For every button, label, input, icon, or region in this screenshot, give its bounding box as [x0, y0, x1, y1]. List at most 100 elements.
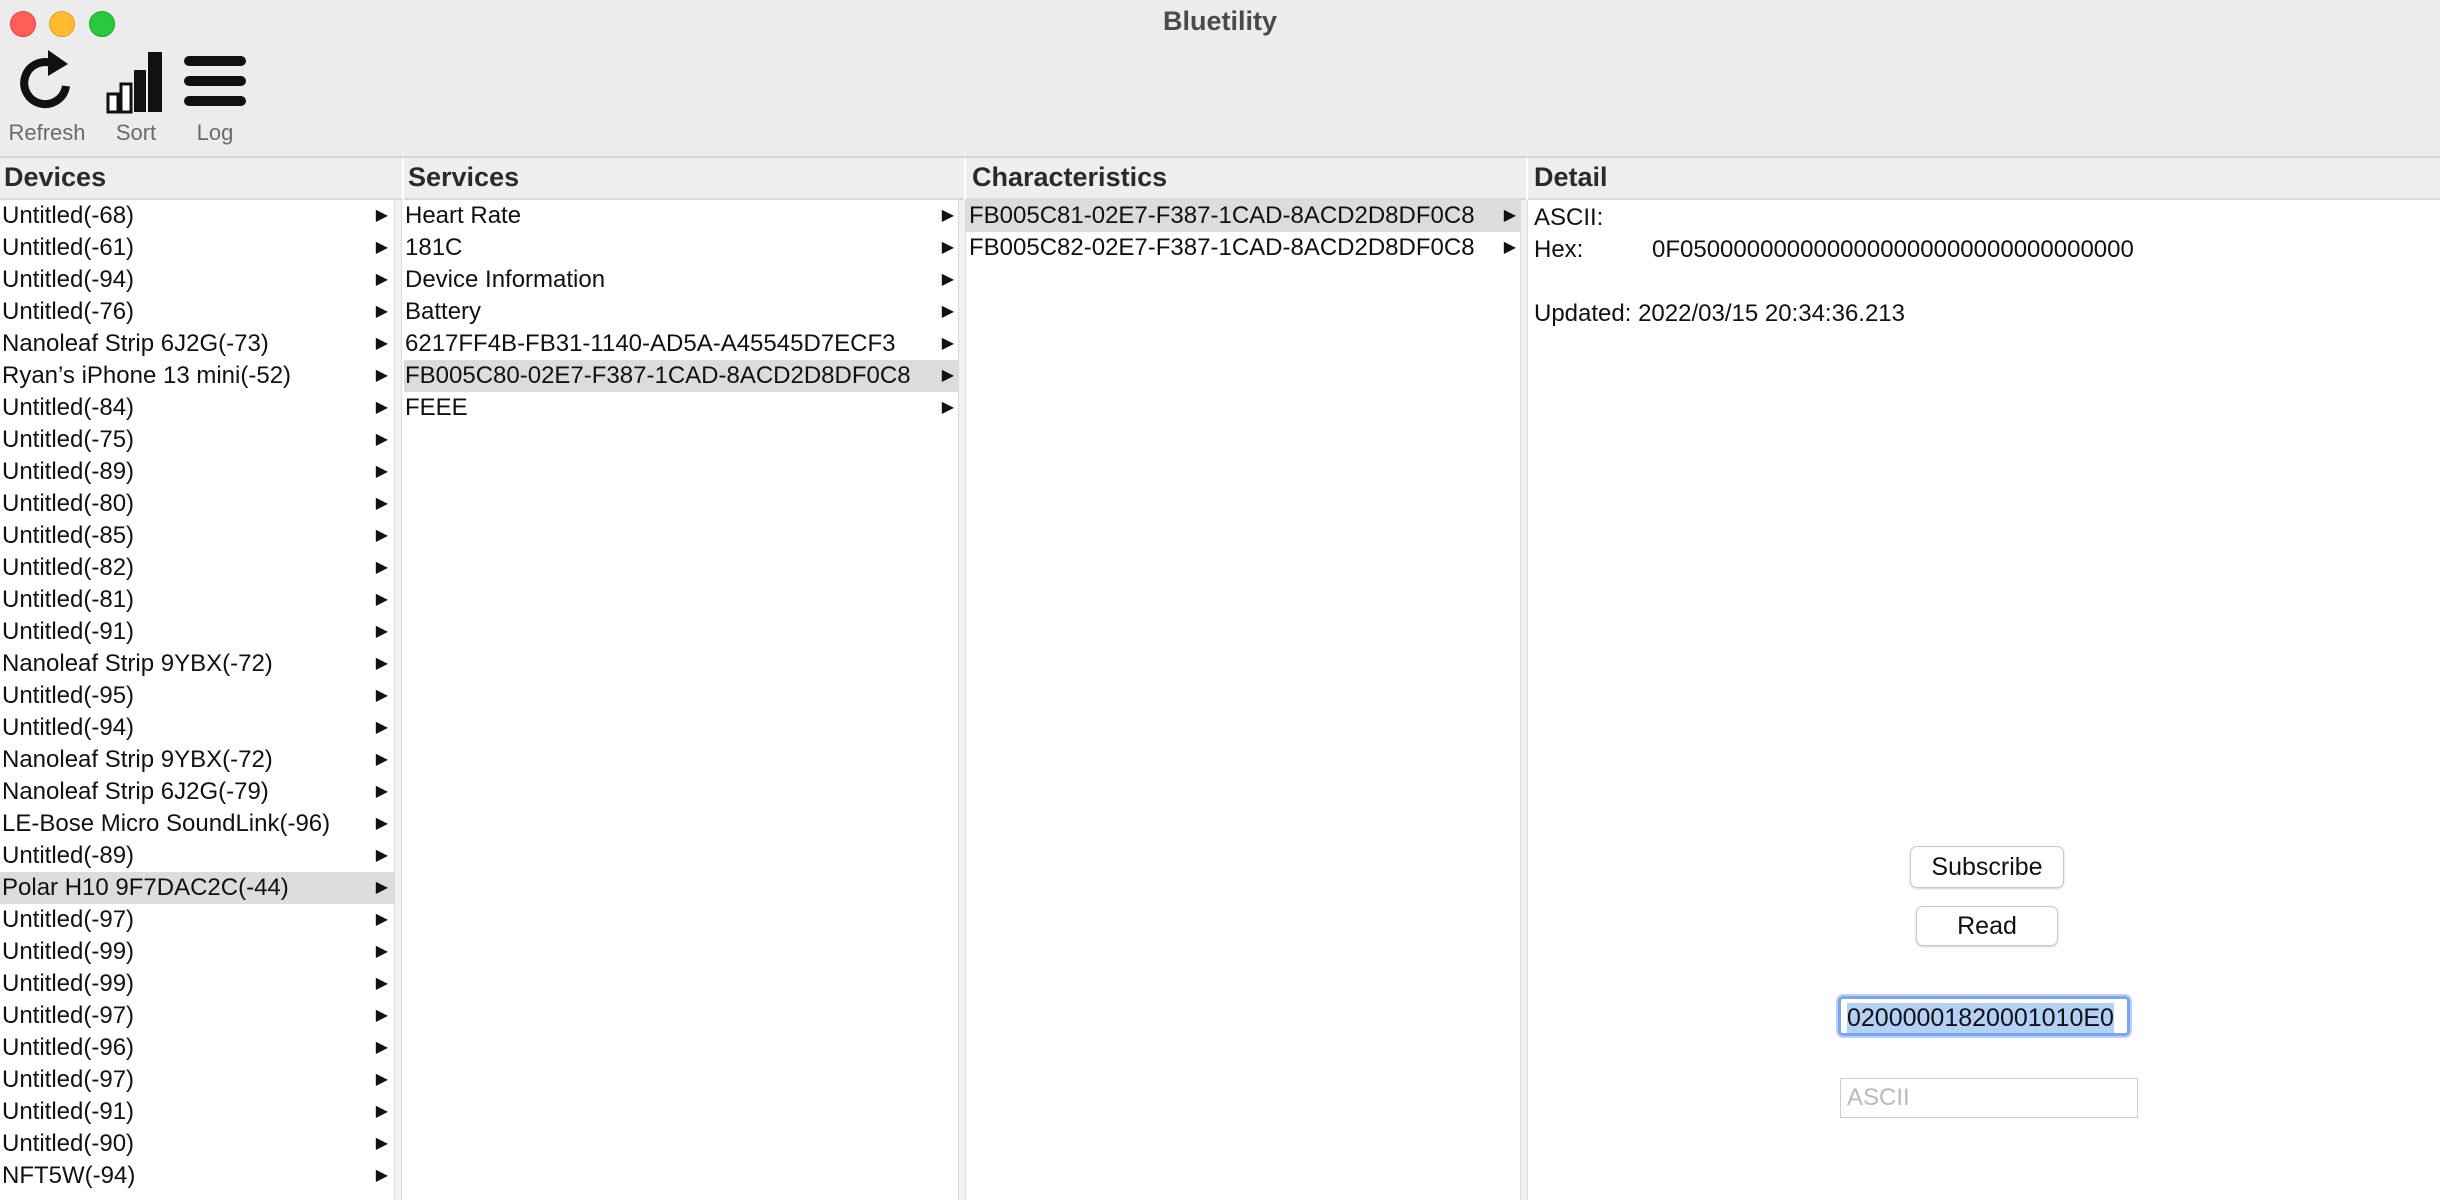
services-header: Services [404, 158, 964, 200]
device-list-item[interactable]: Ryan’s iPhone 13 mini(-52) ▶ [0, 360, 394, 392]
disclosure-arrow-icon: ▶ [375, 431, 388, 448]
device-list-item[interactable]: Untitled(-90) ▶ [0, 1128, 394, 1160]
device-list-item[interactable]: Untitled(-94) ▶ [0, 264, 394, 296]
disclosure-arrow-icon: ▶ [375, 271, 388, 288]
devices-list[interactable]: Untitled(-68) ▶ Untitled(-61) ▶ Untitled(-94… [0, 200, 394, 1200]
write-hex-input[interactable]: 02000001820001010E0 [1838, 996, 2130, 1036]
refresh-label: Refresh [8, 120, 86, 145]
pane-divider[interactable] [958, 200, 966, 1200]
device-list-item[interactable]: Untitled(-61) ▶ [0, 232, 394, 264]
device-list-item[interactable]: Untitled(-76) ▶ [0, 296, 394, 328]
characteristic-list-item-label: FB005C82-02E7-F387-1CAD-8ACD2D8DF0C8 [969, 234, 1475, 261]
device-list-item[interactable]: Polar H10 9F7DAC2C(-44) ▶ [0, 872, 394, 904]
device-list-item[interactable]: LE-Bose Micro SoundLink(-96) ▶ [0, 808, 394, 840]
device-list-item-label: Untitled(-81) [2, 586, 135, 613]
device-list-item[interactable]: Untitled(-89) ▶ [0, 840, 394, 872]
device-list-item[interactable]: Untitled(-94) ▶ [0, 712, 394, 744]
device-list-item[interactable]: Untitled(-95) ▶ [0, 680, 394, 712]
disclosure-arrow-icon: ▶ [375, 303, 388, 320]
service-list-item-label: Battery [405, 298, 482, 325]
service-list-item[interactable]: Device Information ▶ [404, 264, 960, 296]
device-list-item-label: Untitled(-91) [2, 1098, 135, 1125]
disclosure-arrow-icon: ▶ [941, 239, 954, 256]
device-list-item-label: Nanoleaf Strip 6J2G(-79) [2, 778, 269, 805]
device-list-item[interactable]: Untitled(-97) ▶ [0, 904, 394, 936]
service-list-item-label: Heart Rate [405, 202, 522, 229]
service-list-item[interactable]: Heart Rate ▶ [404, 200, 960, 232]
device-list-item-label: Untitled(-75) [2, 426, 135, 453]
device-list-item[interactable]: Untitled(-80) ▶ [0, 488, 394, 520]
device-list-item-label: Untitled(-97) [2, 1002, 135, 1029]
device-list-item-label: Untitled(-97) [2, 1066, 135, 1093]
device-list-item[interactable]: Untitled(-91) ▶ [0, 616, 394, 648]
disclosure-arrow-icon: ▶ [375, 559, 388, 576]
device-list-item-label: Untitled(-91) [2, 618, 135, 645]
disclosure-arrow-icon: ▶ [375, 463, 388, 480]
device-list-item[interactable]: NFT5W(-94) ▶ [0, 1160, 394, 1192]
device-list-item-label: Nanoleaf Strip 6J2G(-73) [2, 330, 269, 357]
pane-divider[interactable] [1520, 200, 1528, 1200]
refresh-icon [20, 50, 70, 109]
device-list-item[interactable]: Nanoleaf Strip 6J2G(-73) ▶ [0, 328, 394, 360]
device-list-item[interactable]: Untitled(-82) ▶ [0, 552, 394, 584]
ascii-row: ASCII: [1534, 204, 1603, 232]
device-list-item[interactable]: Untitled(-99) ▶ [0, 968, 394, 1000]
device-list-item-label: Untitled(-99) [2, 970, 135, 997]
device-list-item[interactable]: Nanoleaf Strip 9YBX(-72) ▶ [0, 744, 394, 776]
device-list-item-label: Untitled(-82) [2, 554, 135, 581]
device-list-item[interactable]: Nanoleaf Strip 6J2G(-79) ▶ [0, 776, 394, 808]
device-list-item[interactable]: Untitled(-99) ▶ [0, 936, 394, 968]
disclosure-arrow-icon: ▶ [941, 271, 954, 288]
device-list-item-label: Untitled(-99) [2, 938, 135, 965]
disclosure-arrow-icon: ▶ [375, 655, 388, 672]
services-list[interactable]: Heart Rate ▶ 181C ▶ Device Information ▶ Batte… [404, 200, 960, 1200]
device-list-item-label: Untitled(-94) [2, 714, 135, 741]
device-list-item[interactable]: Untitled(-91) ▶ [0, 1096, 394, 1128]
devices-header: Devices [0, 158, 402, 200]
characteristics-list[interactable]: FB005C81-02E7-F387-1CAD-8ACD2D8DF0C8 ▶ FB0… [966, 200, 1522, 1200]
refresh-button[interactable]: Refresh [4, 48, 90, 146]
write-ascii-input[interactable]: ASCII [1840, 1078, 2138, 1118]
disclosure-arrow-icon: ▶ [375, 335, 388, 352]
device-list-item[interactable]: Untitled(-85) ▶ [0, 520, 394, 552]
window-title: Bluetility [1162, 6, 1277, 36]
read-button[interactable]: Read [1916, 906, 2058, 946]
service-list-item[interactable]: 6217FF4B-FB31-1140-AD5A-A45545D7ECF3 ▶ [404, 328, 960, 360]
service-list-item[interactable]: Battery ▶ [404, 296, 960, 328]
sort-label: Sort [115, 120, 157, 145]
write-hex-value: 02000001820001010E0 [1847, 1003, 2114, 1033]
characteristic-list-item[interactable]: FB005C81-02E7-F387-1CAD-8ACD2D8DF0C8 ▶ [966, 200, 1522, 232]
device-list-item[interactable]: Untitled(-97) ▶ [0, 1000, 394, 1032]
disclosure-arrow-icon: ▶ [375, 815, 388, 832]
service-list-item[interactable]: FB005C80-02E7-F387-1CAD-8ACD2D8DF0C8 ▶ [404, 360, 960, 392]
disclosure-arrow-icon: ▶ [375, 943, 388, 960]
sort-button[interactable]: Sort [100, 48, 172, 146]
device-list-item[interactable]: Untitled(-89) ▶ [0, 456, 394, 488]
log-button[interactable]: Log [180, 48, 250, 146]
hex-label: Hex: [1534, 236, 1584, 263]
pane-divider[interactable] [394, 200, 402, 1200]
device-list-item[interactable]: Untitled(-97) ▶ [0, 1064, 394, 1096]
disclosure-arrow-icon: ▶ [1503, 239, 1516, 256]
disclosure-arrow-icon: ▶ [375, 783, 388, 800]
device-list-item[interactable]: Untitled(-75) ▶ [0, 424, 394, 456]
updated-label: Updated: [1534, 300, 1632, 327]
device-list-item[interactable]: Untitled(-81) ▶ [0, 584, 394, 616]
disclosure-arrow-icon: ▶ [375, 367, 388, 384]
disclosure-arrow-icon: ▶ [375, 495, 388, 512]
disclosure-arrow-icon: ▶ [375, 911, 388, 928]
device-list-item[interactable]: Untitled(-84) ▶ [0, 392, 394, 424]
device-list-item-label: Untitled(-89) [2, 842, 135, 869]
disclosure-arrow-icon: ▶ [375, 975, 388, 992]
characteristic-list-item[interactable]: FB005C82-02E7-F387-1CAD-8ACD2D8DF0C8 ▶ [966, 232, 1522, 264]
disclosure-arrow-icon: ▶ [375, 1039, 388, 1056]
disclosure-arrow-icon: ▶ [375, 847, 388, 864]
service-list-item[interactable]: 181C ▶ [404, 232, 960, 264]
device-list-item-label: Untitled(-85) [2, 522, 135, 549]
device-list-item[interactable]: Untitled(-96) ▶ [0, 1032, 394, 1064]
device-list-item[interactable]: Nanoleaf Strip 9YBX(-72) ▶ [0, 648, 394, 680]
service-list-item[interactable]: FEEE ▶ [404, 392, 960, 424]
device-list-item[interactable]: Untitled(-68) ▶ [0, 200, 394, 232]
detail-header: Detail [1528, 158, 2440, 200]
subscribe-button[interactable]: Subscribe [1910, 846, 2064, 888]
